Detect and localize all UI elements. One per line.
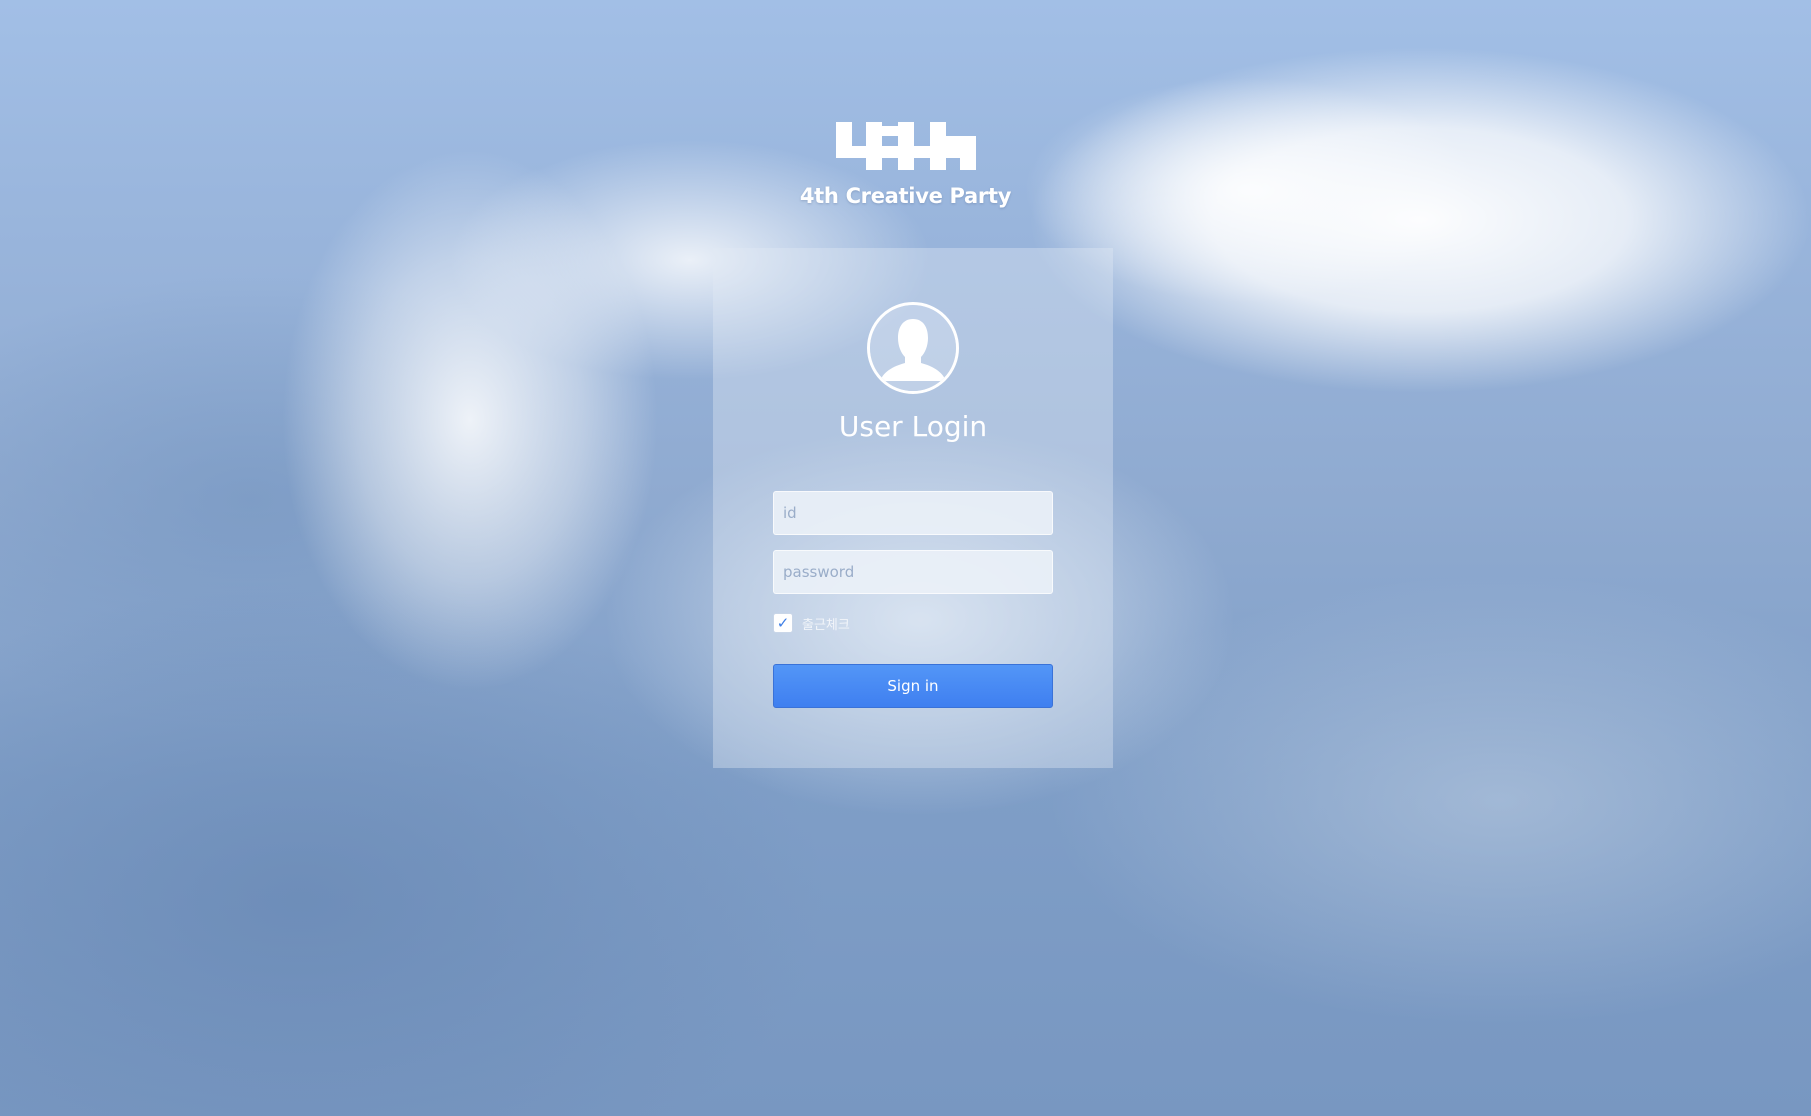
- brand-name: 4th Creative Party: [799, 184, 1012, 208]
- 4th-logo-icon: [835, 122, 976, 170]
- attendance-check-row[interactable]: ✓ 출근체크: [773, 612, 850, 634]
- password-input[interactable]: [773, 550, 1053, 594]
- login-title: User Login: [838, 410, 988, 443]
- attendance-label: 출근체크: [802, 617, 850, 633]
- login-panel: User Login ✓ 출근체크 Sign in: [713, 248, 1113, 768]
- user-avatar-icon: [867, 302, 959, 394]
- sign-in-button[interactable]: Sign in: [773, 664, 1053, 708]
- id-input[interactable]: [773, 491, 1053, 535]
- checkmark-icon: ✓: [776, 613, 790, 632]
- brand-header: 4th Creative Party: [0, 122, 1811, 208]
- attendance-checkbox[interactable]: ✓: [773, 613, 793, 633]
